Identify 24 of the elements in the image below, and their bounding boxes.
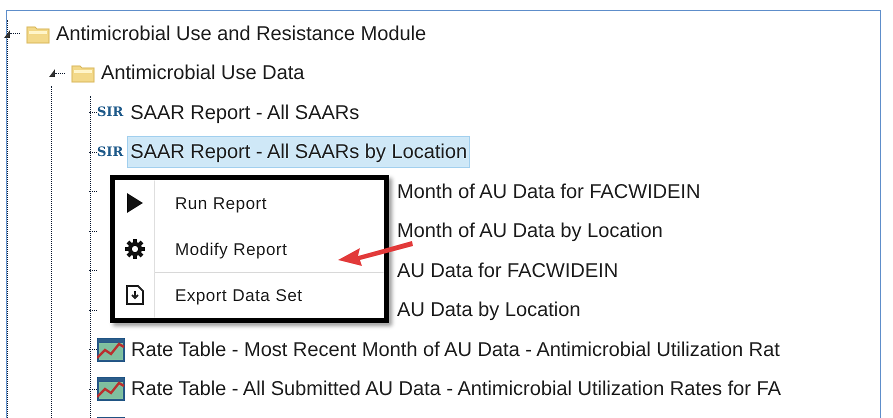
folder-icon: [71, 63, 95, 84]
table-chart-icon: [97, 377, 125, 402]
folder-tree-item[interactable]: Antimicrobial Use Data: [101, 58, 304, 88]
sir-icon: SIR: [97, 103, 124, 122]
report-tree-item[interactable]: SAAR Report - All SAARs: [127, 96, 362, 129]
report-tree-item[interactable]: AU Data for FACWIDEIN: [394, 254, 622, 287]
report-tree-item[interactable]: Month of AU Data for FACWIDEIN: [394, 176, 704, 208]
expanded-icon[interactable]: [49, 69, 55, 78]
sir-icon: SIR: [97, 142, 124, 162]
report-tree-item[interactable]: Rate Table - All Submitted AU Data - Antimicrobial Utilization Rates for FA: [128, 373, 784, 406]
folder-tree-item[interactable]: Antimicrobial Use and Resistance Module: [56, 18, 426, 49]
report-tree-item[interactable]: SAAR Report - All SAARs by Location: [127, 136, 470, 168]
folder-icon: [26, 24, 50, 44]
menu-item[interactable]: Export Data Set: [155, 272, 384, 318]
table-chart-icon: [97, 338, 125, 362]
expanded-icon[interactable]: [4, 30, 10, 38]
report-tree-item[interactable]: Month of AU Data by Location: [394, 215, 666, 248]
report-tree-item[interactable]: AU Data by Location: [394, 294, 584, 326]
download-icon: [126, 285, 144, 305]
play-icon: [126, 193, 142, 213]
menu-item[interactable]: Run Report: [155, 180, 384, 226]
settings-icon: [124, 239, 144, 259]
report-tree-item[interactable]: Rate Table - Most Recent Month of AU Data - Antimicrobial Utilization Rat: [128, 334, 783, 366]
menu-item[interactable]: Modify Report: [155, 226, 384, 272]
